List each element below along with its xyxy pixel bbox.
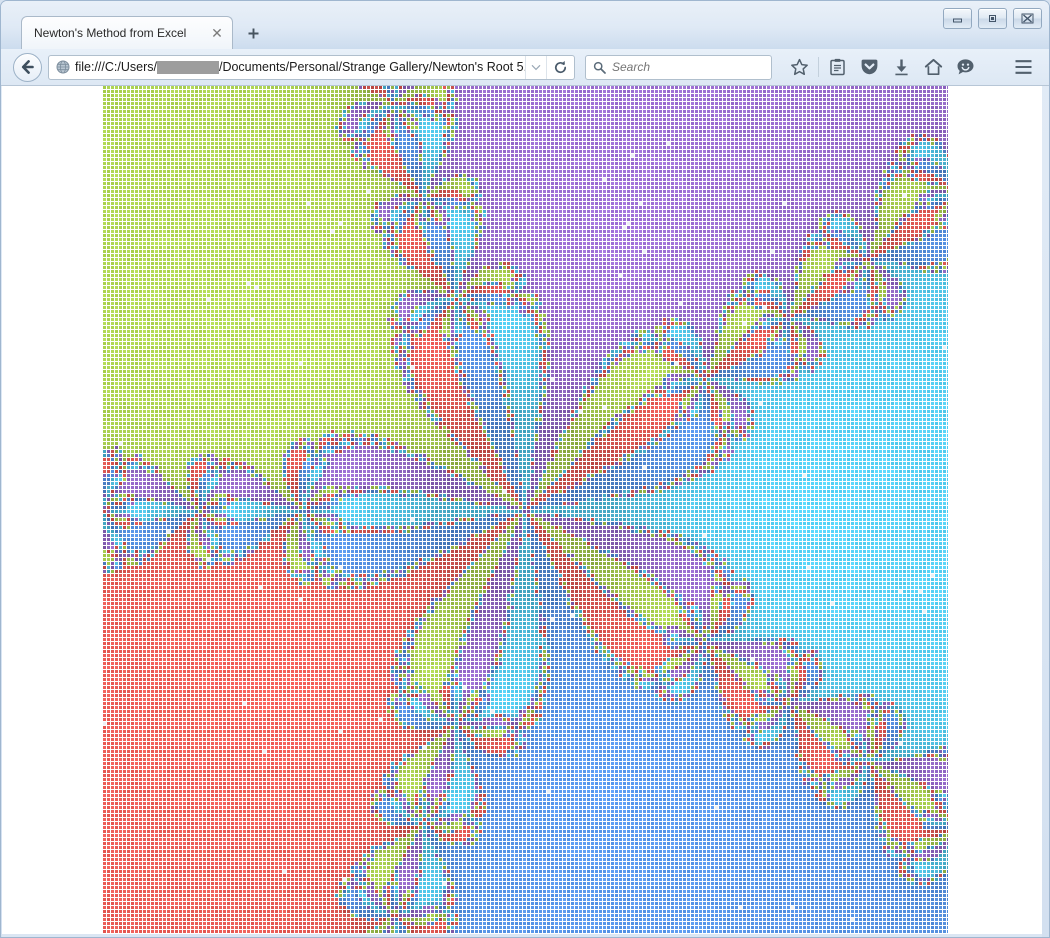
status-strip	[2, 934, 1042, 937]
reload-button[interactable]	[546, 55, 574, 79]
feedback-smiley-icon[interactable]	[950, 53, 981, 81]
pocket-icon[interactable]	[854, 53, 885, 81]
url-text[interactable]: file:///C:/Users/ /Documents/Personal/St…	[75, 60, 525, 74]
toolbar-separator	[818, 57, 819, 77]
globe-icon	[56, 60, 70, 74]
url-bar[interactable]: file:///C:/Users/ /Documents/Personal/St…	[48, 54, 575, 80]
url-redacted-username	[156, 60, 219, 74]
reload-icon	[554, 60, 567, 73]
chevron-down-icon	[531, 64, 541, 70]
reading-list-icon[interactable]	[822, 53, 853, 81]
back-button[interactable]	[13, 52, 42, 82]
magnifier-icon	[593, 61, 606, 74]
title-bar: Newton's Method from Excel ✕	[1, 1, 1049, 49]
tab-newtons-method[interactable]: Newton's Method from Excel ✕	[21, 16, 233, 49]
url-suffix: /Documents/Personal/Strange Gallery/Newt…	[218, 60, 525, 74]
toolbar-icons	[784, 53, 1049, 81]
newton-fractal-image	[103, 86, 948, 936]
search-icon	[586, 61, 612, 74]
home-icon[interactable]	[918, 53, 949, 81]
bookmark-star-icon[interactable]	[784, 53, 815, 81]
menu-hamburger-icon[interactable]	[1008, 53, 1039, 81]
tab-close-icon[interactable]: ✕	[208, 24, 226, 42]
new-tab-button[interactable]	[239, 20, 267, 46]
url-prefix: file:///C:/Users/	[75, 60, 157, 74]
browser-window: Newton's Method from Excel ✕ file:///C:/…	[0, 0, 1050, 938]
site-identity-icon[interactable]	[49, 60, 75, 74]
back-arrow-icon	[21, 60, 34, 74]
tab-strip: Newton's Method from Excel ✕	[1, 16, 1049, 49]
search-input[interactable]	[612, 60, 752, 74]
tab-label: Newton's Method from Excel	[34, 25, 187, 40]
search-bar[interactable]	[585, 54, 772, 80]
plus-icon	[248, 28, 258, 38]
downloads-icon[interactable]	[886, 53, 917, 81]
page-content	[2, 86, 1042, 936]
url-dropdown-button[interactable]	[525, 55, 546, 79]
navigation-toolbar: file:///C:/Users/ /Documents/Personal/St…	[1, 49, 1049, 86]
